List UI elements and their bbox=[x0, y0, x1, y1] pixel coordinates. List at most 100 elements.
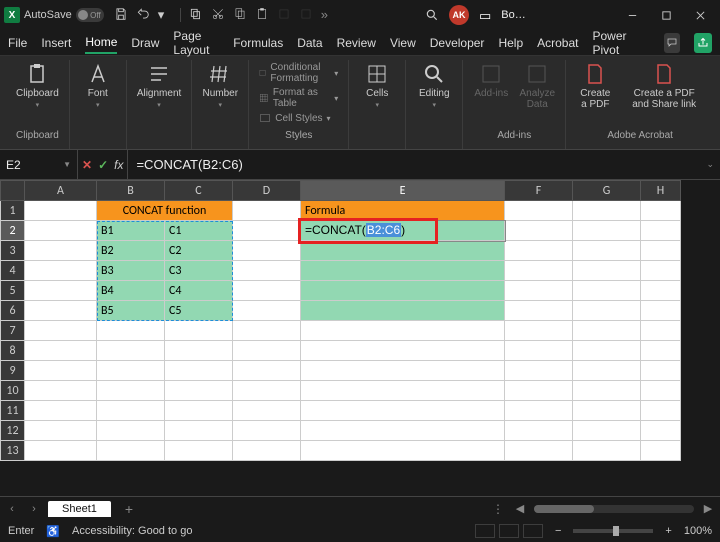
tab-draw[interactable]: Draw bbox=[131, 33, 159, 53]
tab-formulas[interactable]: Formulas bbox=[233, 33, 283, 53]
cell-E8[interactable] bbox=[301, 341, 505, 361]
row-header-8[interactable]: 8 bbox=[1, 341, 25, 361]
comments-button[interactable] bbox=[664, 33, 680, 53]
cell-E7[interactable] bbox=[301, 321, 505, 341]
cell-D7[interactable] bbox=[233, 321, 301, 341]
cell-B12[interactable] bbox=[97, 421, 165, 441]
row-header-13[interactable]: 13 bbox=[1, 441, 25, 461]
cell-E13[interactable] bbox=[301, 441, 505, 461]
cell-E10[interactable] bbox=[301, 381, 505, 401]
cell-E11[interactable] bbox=[301, 401, 505, 421]
cell-C12[interactable] bbox=[165, 421, 233, 441]
row-header-5[interactable]: 5 bbox=[1, 281, 25, 301]
tab-developer[interactable]: Developer bbox=[430, 33, 485, 53]
cell-G3[interactable] bbox=[573, 241, 641, 261]
accept-formula-icon[interactable]: ✓ bbox=[98, 158, 108, 172]
add-sheet-button[interactable]: + bbox=[117, 501, 141, 517]
user-avatar[interactable]: AK bbox=[449, 5, 469, 25]
cell-C7[interactable] bbox=[165, 321, 233, 341]
cell-G9[interactable] bbox=[573, 361, 641, 381]
cell-D6[interactable] bbox=[233, 301, 301, 321]
cell-H2[interactable] bbox=[641, 221, 681, 241]
cell-G11[interactable] bbox=[573, 401, 641, 421]
cell-G1[interactable] bbox=[573, 201, 641, 221]
number-button[interactable]: Number▾ bbox=[198, 60, 242, 111]
cell-B5[interactable]: B4 bbox=[97, 281, 165, 301]
cell-B7[interactable] bbox=[97, 321, 165, 341]
tab-file[interactable]: File bbox=[8, 33, 27, 53]
cell-B9[interactable] bbox=[97, 361, 165, 381]
select-all-corner[interactable] bbox=[1, 181, 25, 201]
col-header-B[interactable]: B bbox=[97, 181, 165, 201]
cell-E1[interactable]: Formula bbox=[301, 201, 505, 221]
cell-D8[interactable] bbox=[233, 341, 301, 361]
cell-B11[interactable] bbox=[97, 401, 165, 421]
maximize-button[interactable] bbox=[650, 1, 682, 29]
cell-D4[interactable] bbox=[233, 261, 301, 281]
tab-acrobat[interactable]: Acrobat bbox=[537, 33, 578, 53]
cell-G6[interactable] bbox=[573, 301, 641, 321]
font-button[interactable]: Font▾ bbox=[76, 60, 120, 111]
tab-help[interactable]: Help bbox=[498, 33, 523, 53]
tab-view[interactable]: View bbox=[390, 33, 416, 53]
paste-icon[interactable] bbox=[255, 7, 269, 24]
col-header-C[interactable]: C bbox=[165, 181, 233, 201]
row-header-3[interactable]: 3 bbox=[1, 241, 25, 261]
cell-H1[interactable] bbox=[641, 201, 681, 221]
cell-D1[interactable] bbox=[233, 201, 301, 221]
editing-button[interactable]: Editing▾ bbox=[412, 60, 456, 111]
close-button[interactable] bbox=[684, 1, 716, 29]
cell-F1[interactable] bbox=[505, 201, 573, 221]
cell-F4[interactable] bbox=[505, 261, 573, 281]
cell-F5[interactable] bbox=[505, 281, 573, 301]
row-header-11[interactable]: 11 bbox=[1, 401, 25, 421]
formula-input[interactable]: =CONCAT(B2:C6) ⌄ bbox=[128, 150, 720, 179]
create-pdf-share-button[interactable]: Create a PDF and Share link bbox=[620, 60, 708, 112]
cell-H7[interactable] bbox=[641, 321, 681, 341]
save-icon[interactable] bbox=[114, 7, 128, 24]
cell-A13[interactable] bbox=[25, 441, 97, 461]
scroll-right-button[interactable]: ▶ bbox=[700, 502, 716, 515]
tab-page-layout[interactable]: Page Layout bbox=[173, 26, 219, 60]
cut-icon[interactable] bbox=[211, 7, 225, 24]
zoom-slider[interactable] bbox=[573, 529, 653, 533]
cell-B1[interactable]: CONCAT function bbox=[97, 201, 233, 221]
cell-D11[interactable] bbox=[233, 401, 301, 421]
cell-B2[interactable]: B1 bbox=[97, 221, 165, 241]
cell-H10[interactable] bbox=[641, 381, 681, 401]
search-icon[interactable] bbox=[425, 8, 439, 22]
cell-G8[interactable] bbox=[573, 341, 641, 361]
cell-A7[interactable] bbox=[25, 321, 97, 341]
chevron-down-icon[interactable]: ▼ bbox=[63, 160, 71, 169]
undo-icon[interactable] bbox=[136, 7, 150, 24]
cell-E3[interactable] bbox=[301, 241, 505, 261]
cell-F11[interactable] bbox=[505, 401, 573, 421]
cell-H4[interactable] bbox=[641, 261, 681, 281]
cell-C9[interactable] bbox=[165, 361, 233, 381]
cell-G10[interactable] bbox=[573, 381, 641, 401]
row-header-6[interactable]: 6 bbox=[1, 301, 25, 321]
cell-C3[interactable]: C2 bbox=[165, 241, 233, 261]
col-header-E[interactable]: E bbox=[301, 181, 505, 201]
ribbon-display-icon[interactable]: ▭ bbox=[479, 9, 491, 22]
cell-C13[interactable] bbox=[165, 441, 233, 461]
cell-B10[interactable] bbox=[97, 381, 165, 401]
spreadsheet-grid[interactable]: ABCDEFGH1CONCAT functionFormula2B1C1=CON… bbox=[0, 180, 720, 496]
share-button[interactable] bbox=[694, 33, 712, 53]
cell-A3[interactable] bbox=[25, 241, 97, 261]
view-switcher[interactable] bbox=[475, 524, 543, 538]
cell-G12[interactable] bbox=[573, 421, 641, 441]
create-pdf-button[interactable]: Create a PDF bbox=[572, 60, 618, 112]
cell-A6[interactable] bbox=[25, 301, 97, 321]
cell-G4[interactable] bbox=[573, 261, 641, 281]
cell-C2[interactable]: C1 bbox=[165, 221, 233, 241]
cell-A10[interactable] bbox=[25, 381, 97, 401]
cell-D10[interactable] bbox=[233, 381, 301, 401]
tab-home[interactable]: Home bbox=[85, 32, 117, 54]
tab-overflow-icon[interactable]: ⋮ bbox=[492, 502, 506, 516]
redo-icon[interactable] bbox=[189, 7, 203, 24]
cell-D12[interactable] bbox=[233, 421, 301, 441]
autosave-toggle[interactable]: AutoSave Off bbox=[24, 8, 104, 22]
cell-H13[interactable] bbox=[641, 441, 681, 461]
sheet-tab-sheet1[interactable]: Sheet1 bbox=[48, 501, 111, 517]
